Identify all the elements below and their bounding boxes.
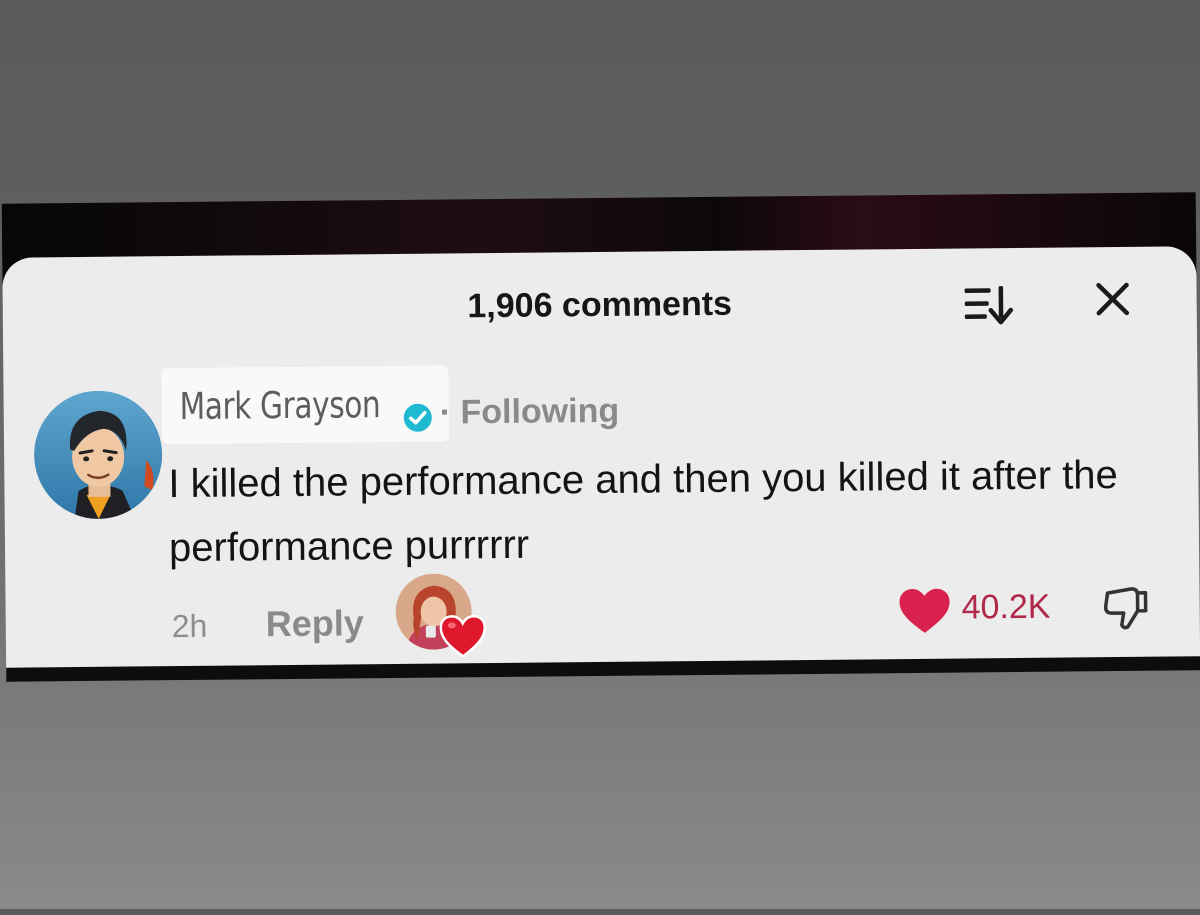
sort-icon[interactable] <box>961 282 1017 327</box>
screenshot-stage: 1,906 comments Mark Grayson · Following … <box>0 0 1200 915</box>
creator-liked-heart-icon <box>439 614 487 658</box>
comment-text: I killed the performance and then you ki… <box>168 453 1119 571</box>
comment-timestamp: 2h <box>171 607 208 645</box>
reply-button[interactable]: Reply <box>266 602 364 645</box>
comments-panel: 1,906 comments Mark Grayson · Following … <box>2 246 1200 676</box>
heart-icon[interactable] <box>897 587 951 636</box>
following-label[interactable]: Following <box>460 392 619 432</box>
close-icon[interactable] <box>1090 277 1134 321</box>
thumbs-down-icon[interactable] <box>1101 583 1151 633</box>
verified-badge-icon <box>403 403 432 432</box>
comments-count-title: 1,906 comments <box>467 284 733 326</box>
following-status: · Following <box>440 392 620 433</box>
like-count: 40.2K <box>961 587 1051 627</box>
avatar[interactable] <box>34 390 163 520</box>
separator-dot: · <box>439 393 452 432</box>
username[interactable]: Mark Grayson <box>179 383 380 428</box>
